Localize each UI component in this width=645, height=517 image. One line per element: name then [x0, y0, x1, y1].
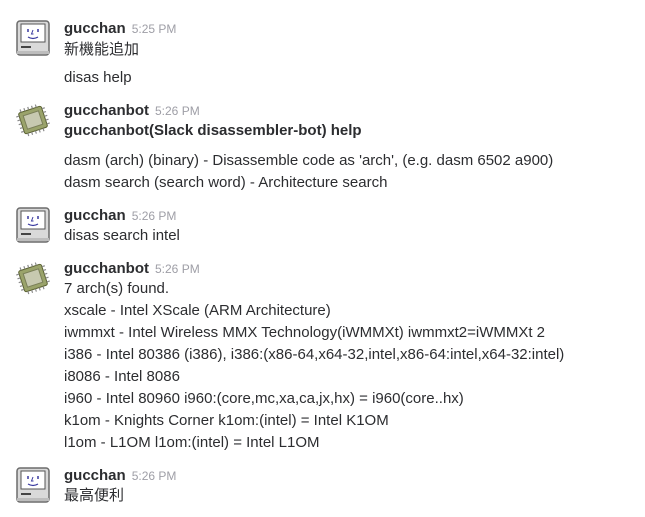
message-header: gucchanbot 5:26 PM: [64, 259, 200, 279]
message-text-line: 最高便利: [64, 487, 125, 504]
cpu-chip-icon[interactable]: [16, 102, 50, 138]
cpu-chip-icon[interactable]: [16, 260, 50, 296]
author-name[interactable]: gucchan: [64, 467, 126, 484]
message-header: gucchan 5:26 PM: [64, 466, 176, 486]
message-text-line: dasm search (search word) - Architecture…: [64, 174, 388, 191]
message-text-line: xscale - Intel XScale (ARM Architecture): [64, 302, 331, 319]
message-text-line: disas search intel: [64, 227, 180, 244]
message-text-line: disas help: [64, 69, 132, 86]
author-name[interactable]: gucchan: [64, 20, 126, 37]
message-timestamp[interactable]: 5:26 PM: [155, 104, 200, 118]
message-text-line: i8086 - Intel 8086: [64, 368, 180, 385]
message-timestamp[interactable]: 5:26 PM: [132, 209, 177, 223]
message-text-line: 新機能追加: [64, 41, 140, 58]
mac-user-icon[interactable]: [16, 207, 50, 243]
author-name[interactable]: gucchanbot: [64, 102, 149, 119]
message-timestamp[interactable]: 5:26 PM: [132, 469, 177, 483]
mac-user-icon[interactable]: [16, 467, 50, 503]
message-text-line: i386 - Intel 80386 (i386), i386:(x86-64,…: [64, 346, 565, 363]
message-text-line: dasm (arch) (binary) - Disassemble code …: [64, 152, 554, 169]
message-header: gucchan 5:26 PM: [64, 206, 176, 226]
author-name[interactable]: gucchanbot: [64, 260, 149, 277]
message-header: gucchan 5:25 PM: [64, 19, 176, 39]
message-header: gucchanbot 5:26 PM: [64, 101, 200, 121]
message-text-line: i960 - Intel 80960 i960:(core,mc,xa,ca,j…: [64, 390, 464, 407]
message-timestamp[interactable]: 5:25 PM: [132, 22, 177, 36]
message-text-line: k1om - Knights Corner k1om:(intel) = Int…: [64, 412, 389, 429]
message-text-line: gucchanbot(Slack disassembler-bot) help: [64, 122, 362, 139]
author-name[interactable]: gucchan: [64, 207, 126, 224]
mac-user-icon[interactable]: [16, 20, 50, 56]
message-timestamp[interactable]: 5:26 PM: [155, 262, 200, 276]
message-text-line: 7 arch(s) found.: [64, 280, 170, 297]
message-text-line: iwmmxt - Intel Wireless MMX Technology(i…: [64, 324, 546, 341]
message-text-line: l1om - L1OM l1om:(intel) = Intel L1OM: [64, 434, 320, 451]
